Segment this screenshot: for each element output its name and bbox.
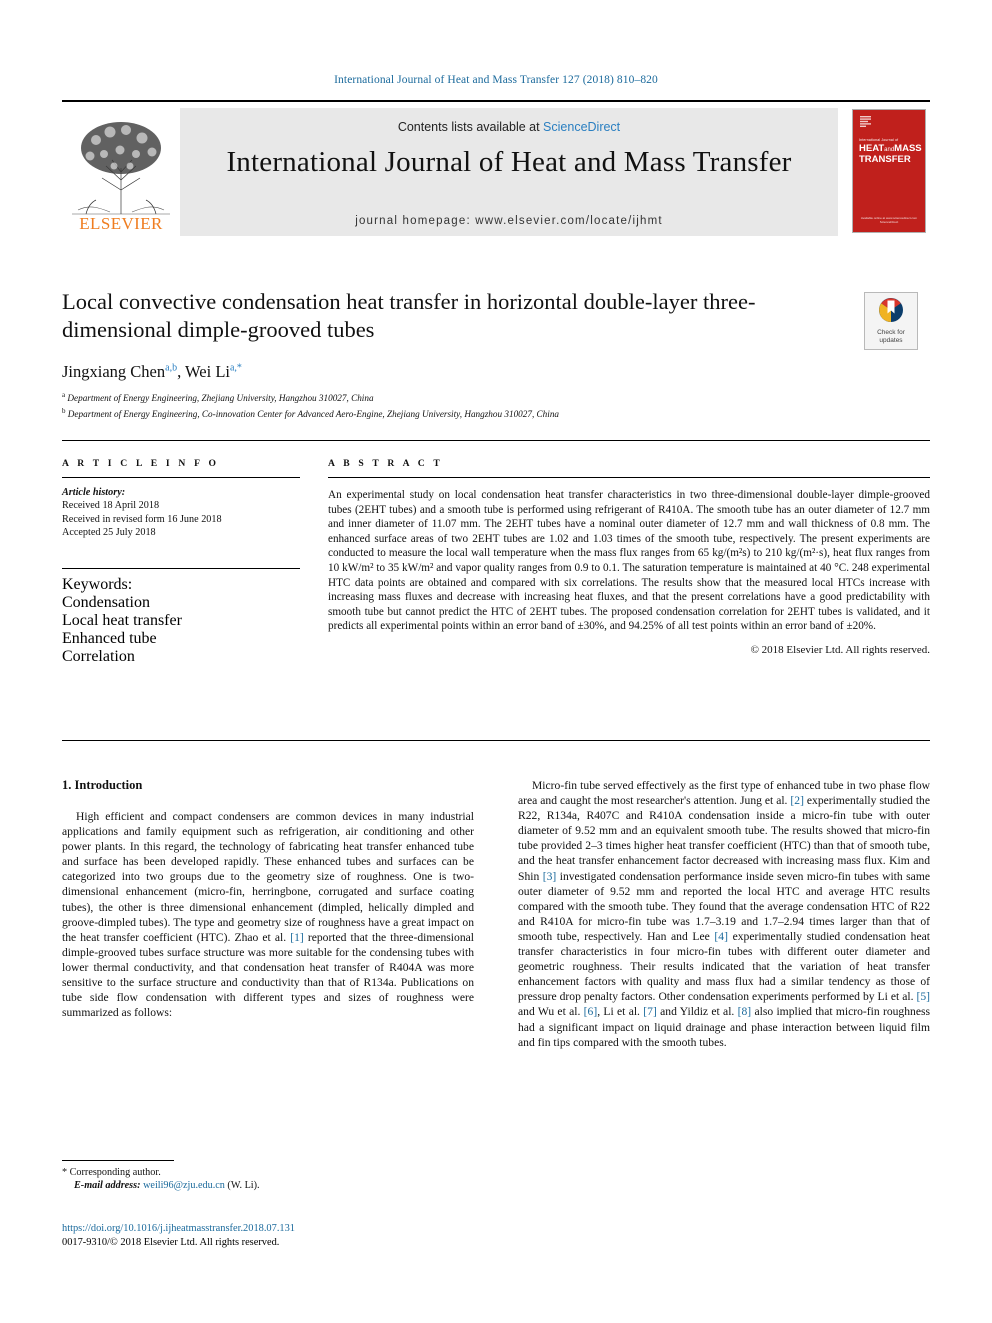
citation-ref[interactable]: [8]: [738, 1005, 752, 1018]
citation-ref[interactable]: [4]: [714, 930, 728, 943]
affiliation-a: a Department of Energy Engineering, Zhej…: [62, 389, 930, 405]
keyword-4: Correlation: [62, 647, 135, 665]
body-column-left: 1. Introduction High efficient and compa…: [62, 778, 474, 1020]
keyword-2: Local heat transfer: [62, 611, 182, 629]
elsevier-wordmark: ELSEVIER: [79, 214, 163, 233]
journal-cover-thumbnail: International Journal of HEATandMASS TRA…: [848, 108, 930, 236]
cover-subtitle: International Journal of: [859, 138, 899, 142]
citation-ref[interactable]: [7]: [643, 1005, 657, 1018]
affiliation-b: b Department of Energy Engineering, Co-i…: [62, 405, 930, 421]
author-list: Jingxiang Chena,b, Wei Lia,*: [62, 362, 930, 382]
email-link[interactable]: weili96@zju.edu.cn: [143, 1180, 225, 1191]
cover-title-mass: MASS: [894, 143, 922, 154]
citation-ref[interactable]: [5]: [916, 990, 930, 1003]
affiliation-b-marker: b: [62, 406, 66, 415]
author-2-affil-marker[interactable]: a,*: [230, 363, 242, 374]
contents-prefix: Contents lists available at: [397, 120, 544, 134]
citation-ref[interactable]: [1]: [290, 931, 304, 944]
crossmark-line1: Check for: [877, 329, 905, 336]
page-title: Local convective condensation heat trans…: [62, 289, 756, 342]
cover-footer-text: Available online at www.sciencedirect.co…: [860, 216, 918, 224]
footer-doi-block: https://doi.org/10.1016/j.ijheatmasstran…: [62, 1222, 474, 1250]
corresponding-author-line: * Corresponding author.: [62, 1167, 161, 1178]
paragraph-intro-1: High efficient and compact condensers ar…: [62, 809, 474, 1020]
email-label: E-mail address:: [74, 1180, 141, 1191]
elsevier-mark-icon: [860, 116, 871, 127]
email-owner: (W. Li).: [227, 1180, 260, 1191]
keywords-group: Keywords: Condensation Local heat transf…: [62, 567, 300, 666]
running-head: International Journal of Heat and Mass T…: [334, 74, 658, 86]
author-1: Jingxiang Chen: [62, 362, 166, 381]
corresponding-author-footnote: * Corresponding author. E-mail address: …: [62, 1160, 474, 1192]
crossmark-badge[interactable]: Check for updates: [864, 292, 918, 350]
paragraph-intro-1-text: High efficient and compact condensers ar…: [62, 810, 474, 1020]
section-heading-introduction: 1. Introduction: [62, 778, 143, 792]
article-info-rule: [62, 477, 300, 478]
article-history-group: Article history: Received 18 April 2018 …: [62, 486, 300, 540]
paragraph-intro-2: Micro-fin tube served effectively as the…: [518, 778, 930, 1050]
abstract-text: An experimental study on local condensat…: [328, 489, 930, 633]
paper-page: International Journal of Heat and Mass T…: [0, 0, 992, 1323]
article-history-label: Article history:: [62, 487, 126, 498]
divider-above-abstract: [62, 440, 930, 441]
email-line: E-mail address: weili96@zju.edu.cn (W. L…: [62, 1179, 474, 1192]
keywords-label: Keywords:: [62, 575, 133, 593]
history-accepted: Accepted 25 July 2018: [62, 527, 156, 539]
article-info-heading: A R T I C L E I N F O: [62, 458, 220, 469]
crossmark-line2: updates: [879, 336, 903, 344]
keywords-rule: [62, 567, 300, 569]
title-block: Local convective condensation heat trans…: [62, 288, 930, 420]
abstract-rule: [328, 477, 930, 478]
body-column-right: Micro-fin tube served effectively as the…: [518, 778, 930, 1050]
citation-ref[interactable]: [3]: [543, 870, 557, 883]
affiliation-list: a Department of Energy Engineering, Zhej…: [62, 389, 930, 420]
author-2: Wei Li: [185, 362, 230, 381]
divider-below-abstract: [62, 740, 930, 741]
cover-title-heat: HEAT: [859, 143, 885, 154]
cover-title-and: and: [884, 147, 895, 153]
history-received: Received 18 April 2018: [62, 500, 160, 512]
affiliation-a-marker: a: [62, 391, 66, 399]
article-info-column: A R T I C L E I N F O Article history: R…: [62, 458, 300, 666]
sciencedirect-link[interactable]: ScienceDirect: [543, 120, 620, 134]
footnote-rule: [62, 1160, 174, 1161]
paragraph-intro-2-text: Micro-fin tube served effectively as the…: [518, 779, 931, 1049]
author-1-affil-marker[interactable]: a,b: [165, 363, 177, 374]
citation-ref[interactable]: [6]: [584, 1005, 598, 1018]
keyword-3: Enhanced tube: [62, 629, 157, 647]
cover-title-transfer: TRANSFER: [859, 154, 911, 165]
journal-homepage-link[interactable]: journal homepage: www.elsevier.com/locat…: [180, 215, 838, 227]
citation-ref[interactable]: [2]: [790, 794, 804, 807]
abstract-heading: A B S T R A C T: [328, 458, 443, 469]
contents-list-line: Contents lists available at ScienceDirec…: [180, 120, 838, 134]
elsevier-logo: ELSEVIER: [62, 108, 180, 236]
doi-link[interactable]: https://doi.org/10.1016/j.ijheatmasstran…: [62, 1222, 474, 1236]
abstract-copyright: © 2018 Elsevier Ltd. All rights reserved…: [750, 643, 930, 656]
masthead-center-panel: Contents lists available at ScienceDirec…: [180, 108, 838, 236]
issn-copyright-line: 0017-9310/© 2018 Elsevier Ltd. All right…: [62, 1237, 280, 1248]
keyword-1: Condensation: [62, 593, 150, 611]
history-revised: Received in revised form 16 June 2018: [62, 513, 222, 525]
affiliation-b-text: Department of Energy Engineering, Co-inn…: [67, 408, 560, 419]
crossmark-label: Check for updates: [865, 329, 917, 344]
elsevier-tree-icon: [72, 122, 170, 215]
crossmark-icon: [879, 298, 903, 322]
author-separator: ,: [177, 362, 186, 381]
cover-title: HEATandMASS TRANSFER: [859, 144, 923, 165]
affiliation-a-text: Department of Energy Engineering, Zhejia…: [67, 393, 374, 404]
journal-masthead: ELSEVIER Contents lists available at Sci…: [62, 100, 930, 238]
abstract-column: A B S T R A C T An experimental study on…: [328, 458, 930, 656]
journal-title: International Journal of Heat and Mass T…: [226, 146, 792, 178]
